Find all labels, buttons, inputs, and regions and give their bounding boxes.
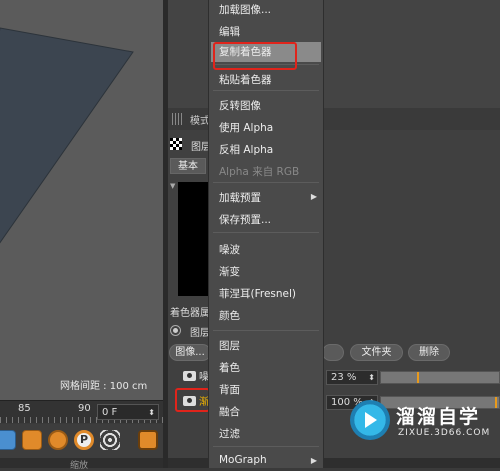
playback-toolbar: P [0, 424, 163, 458]
watermark-title: 溜溜自学 [396, 406, 481, 428]
layer-radio[interactable] [170, 325, 181, 336]
menu-separator [213, 232, 319, 233]
play-logo-icon [350, 400, 390, 440]
layer-radio-label: 图层 [190, 328, 210, 339]
grip-icon[interactable] [172, 113, 184, 125]
menu-item[interactable]: MoGraph [219, 454, 267, 466]
opacity-value: 23 % [331, 372, 357, 383]
keyframe-dots-icon[interactable] [100, 430, 120, 450]
menu-item[interactable]: Alpha 来自 RGB [219, 164, 299, 179]
frame-value: 0 F [102, 407, 118, 418]
stepper-icon[interactable]: ⬍ [368, 371, 375, 385]
timeline-tick: 90 [78, 403, 91, 414]
status-text: 缩放 [70, 461, 89, 471]
mode-label[interactable]: 模式 [190, 112, 210, 127]
opacity-slider[interactable] [380, 371, 500, 384]
menu-item[interactable]: 背面 [219, 382, 240, 397]
context-menu: 加载图像... 编辑 复制着色器 粘贴着色器 反转图像 使用 Alpha 反相 Alpha A… [208, 0, 324, 468]
menu-item[interactable]: 图层 [219, 338, 240, 353]
submenu-arrow-icon: ▶ [310, 456, 317, 465]
frame-field[interactable]: 0 F ⬍ [97, 404, 159, 420]
3d-viewport[interactable]: 网格间距 : 100 cm [0, 0, 163, 400]
move-icon[interactable] [0, 430, 16, 450]
watermark: 溜溜自学 ZIXUE.3D66.COM [350, 392, 498, 448]
menu-item[interactable]: 菲涅耳(Fresnel) [219, 286, 296, 301]
slider-marker[interactable] [417, 372, 419, 383]
menu-item[interactable]: 过滤 [219, 426, 240, 441]
menu-item[interactable]: 使用 Alpha [219, 120, 273, 135]
highlight-box [213, 42, 297, 70]
menu-item[interactable]: 加载图像... [219, 2, 271, 17]
menu-item[interactable]: 融合 [219, 404, 240, 419]
menu-item[interactable]: 着色 [219, 360, 240, 375]
menu-separator [213, 446, 319, 447]
menu-item[interactable]: 渐变 [219, 264, 240, 279]
visibility-eye-icon[interactable] [183, 371, 196, 381]
folder-button[interactable]: 文件夹 [350, 344, 403, 361]
record-icon[interactable]: P [74, 430, 94, 450]
more-button[interactable] [322, 344, 344, 361]
menu-item[interactable]: 噪波 [219, 242, 240, 257]
menu-item[interactable]: 反相 Alpha [219, 142, 273, 157]
menu-item[interactable]: 加载预置 [219, 190, 261, 205]
viewport-plane [0, 27, 134, 244]
scale-icon[interactable] [22, 430, 42, 450]
watermark-subtitle: ZIXUE.3D66.COM [398, 428, 491, 438]
shader-preview [178, 182, 210, 296]
timeline-tick: 85 [18, 403, 31, 414]
image-button[interactable]: 图像... [169, 344, 211, 361]
menu-item[interactable]: 编辑 [219, 24, 240, 39]
delete-button[interactable]: 删除 [408, 344, 450, 361]
menu-separator [213, 330, 319, 331]
menu-separator [213, 90, 319, 91]
shader-properties-label: 着色器属 [170, 308, 210, 319]
stepper-icon[interactable]: ⬍ [148, 405, 155, 421]
rotate-icon[interactable] [48, 430, 68, 450]
highlight-box [175, 388, 210, 412]
tab-basic[interactable]: 基本 [170, 158, 206, 174]
opacity-field[interactable]: 23 % ⬍ [326, 370, 378, 385]
menu-item[interactable]: 粘贴着色器 [219, 72, 272, 87]
film-icon[interactable] [138, 430, 158, 450]
grid-spacing-label: 网格间距 : 100 cm [60, 381, 148, 392]
layer-checker-icon [170, 138, 182, 150]
collapse-triangle-icon[interactable]: ▼ [170, 182, 175, 190]
submenu-arrow-icon: ▶ [310, 192, 317, 201]
menu-item[interactable]: 颜色 [219, 308, 240, 323]
menu-separator [213, 182, 319, 183]
menu-item[interactable]: 保存预置... [219, 212, 271, 227]
menu-item[interactable]: 反转图像 [219, 98, 261, 113]
